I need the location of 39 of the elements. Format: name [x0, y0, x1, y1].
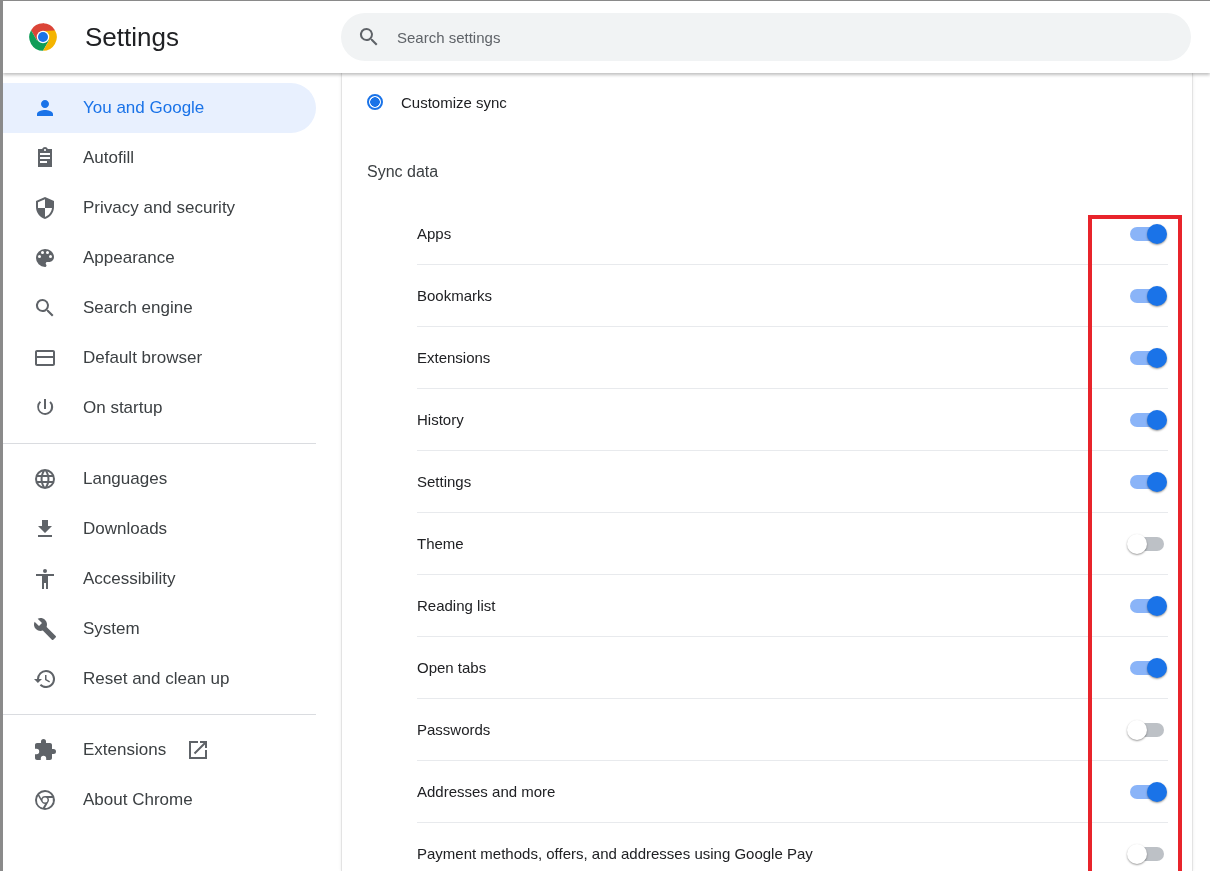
toggle-label: Bookmarks: [417, 287, 493, 304]
toggle-label: Passwords: [417, 721, 491, 738]
toggle-label: Payment methods, offers, and addresses using Google Pay: [417, 845, 813, 862]
history-icon: [33, 667, 57, 691]
wrench-icon: [33, 617, 57, 641]
sidebar-item[interactable]: Search engine: [3, 283, 316, 333]
chrome-logo-icon: [33, 788, 57, 812]
shield-icon: [33, 196, 57, 220]
sidebar-item[interactable]: Reset and clean up: [3, 654, 316, 704]
sidebar-item[interactable]: Default browser: [3, 333, 316, 383]
toggle-label: Apps: [417, 225, 452, 242]
toggle-label: Extensions: [417, 349, 491, 366]
radio-label: Customize sync: [401, 93, 507, 111]
sidebar-item[interactable]: You and Google: [3, 83, 316, 133]
section-heading: Sync data: [367, 163, 440, 182]
sidebar-item[interactable]: On startup: [3, 383, 316, 433]
toggle-label: Open tabs: [417, 659, 487, 676]
accessibility-icon: [33, 567, 57, 591]
palette-icon: [33, 246, 57, 270]
radio-button[interactable]: [367, 94, 383, 110]
globe-icon: [33, 467, 57, 491]
sidebar-item[interactable]: Extensions: [3, 725, 316, 775]
toggle-label: Reading list: [417, 597, 496, 614]
toggle-label: Settings: [417, 473, 472, 490]
sidebar-item[interactable]: About Chrome: [3, 775, 316, 825]
sidebar-item[interactable]: Privacy and security: [3, 183, 316, 233]
toggle-label: History: [417, 411, 464, 428]
sidebar-item[interactable]: Downloads: [3, 504, 316, 554]
toggle-label: Addresses and more: [417, 783, 556, 800]
sidebar-item[interactable]: System: [3, 604, 316, 654]
toggle-label: Theme: [417, 535, 464, 552]
sidebar-item[interactable]: Appearance: [3, 233, 316, 283]
sidebar-item[interactable]: Languages: [3, 454, 316, 504]
sidebar-item[interactable]: Accessibility: [3, 554, 316, 604]
page-title: Settings: [85, 21, 179, 53]
sidebar-item[interactable]: Autofill: [3, 133, 316, 183]
puzzle-icon: [33, 738, 57, 762]
search-field[interactable]: Search settings: [341, 13, 1191, 61]
chrome-logo-icon: [28, 22, 58, 52]
